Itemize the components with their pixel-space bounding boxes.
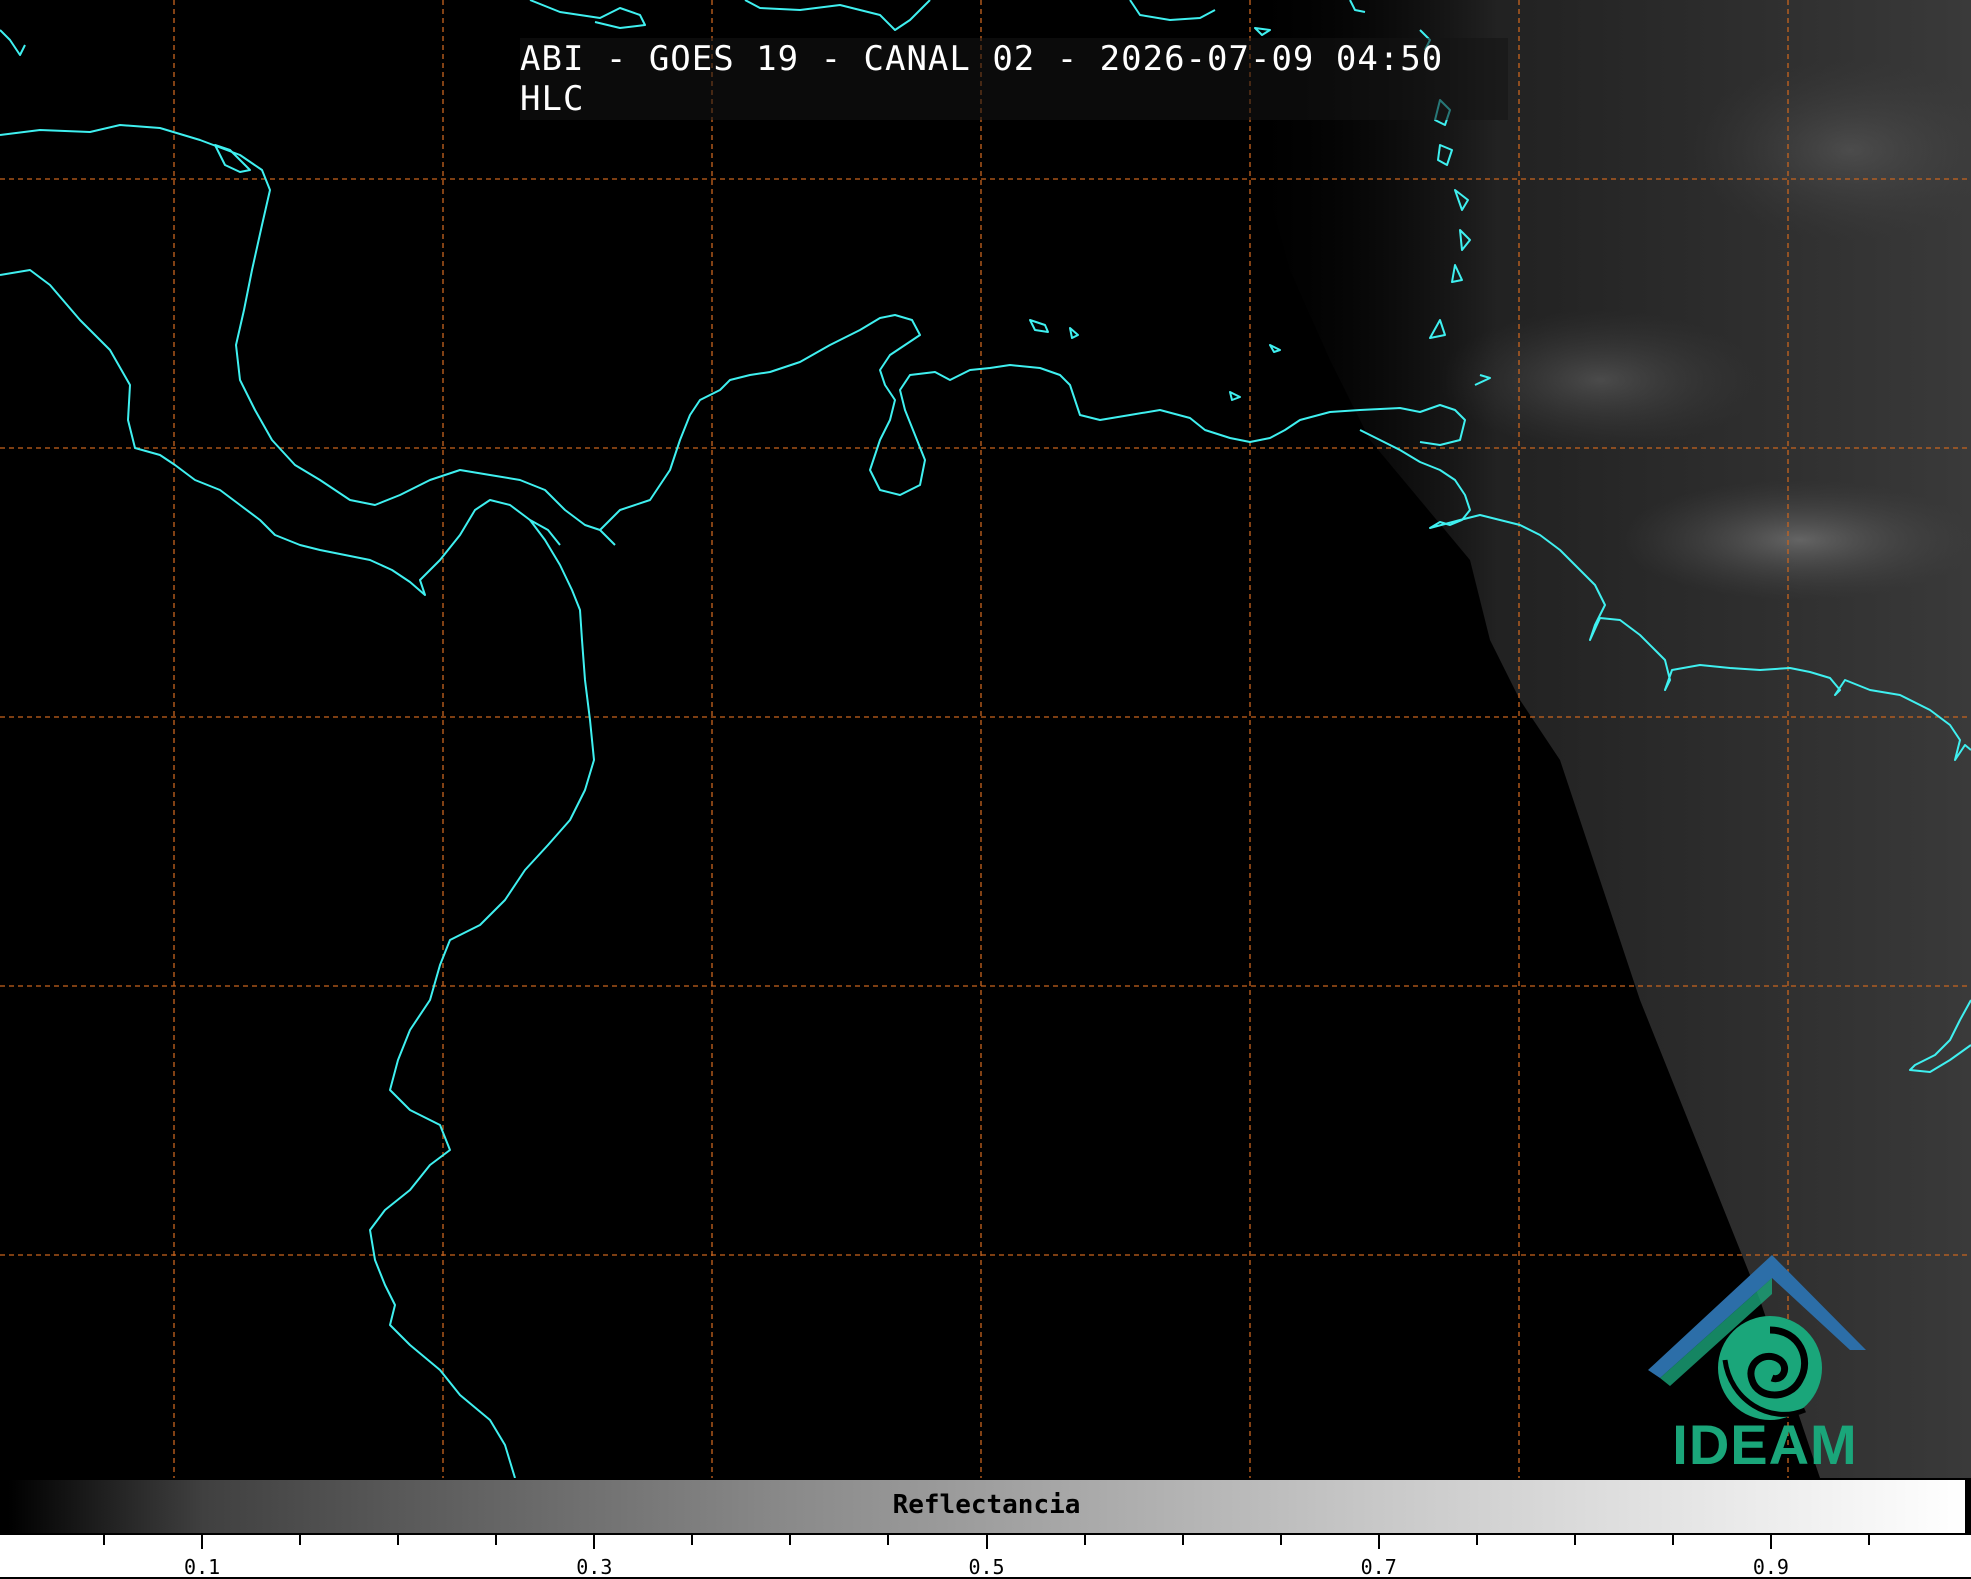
colorbar-minor-tick (789, 1535, 792, 1545)
colorbar-minor-tick (495, 1535, 498, 1545)
colorbar-minor-tick (1083, 1535, 1086, 1545)
title-box: ABI - GOES 19 - CANAL 02 - 2026-07-09 04… (520, 38, 1508, 120)
colorbar-tick-label: 0.9 (1752, 1555, 1789, 1579)
colorbar-minor-tick (1279, 1535, 1282, 1545)
colorbar-tick-label: 0.1 (184, 1555, 221, 1579)
colorbar-axis: 0.1 0.3 0.5 0.7 0.9 (0, 1535, 1971, 1579)
colorbar-minor-tick (887, 1535, 890, 1545)
logo-text: IDEAM (1672, 1413, 1858, 1476)
colorbar-major-tick (593, 1535, 596, 1549)
colorbar-minor-tick (299, 1535, 302, 1545)
colorbar-major-tick (1769, 1535, 1772, 1549)
colorbar-tick-label: 0.7 (1360, 1555, 1397, 1579)
colorbar-minor-tick (1573, 1535, 1576, 1545)
colorbar-major-tick (201, 1535, 204, 1549)
colorbar-major-tick (1377, 1535, 1380, 1549)
map-title: ABI - GOES 19 - CANAL 02 - 2026-07-09 04… (520, 39, 1444, 119)
colorbar-minor-tick (1671, 1535, 1674, 1545)
colorbar: Reflectancia (6, 1478, 1967, 1535)
cloud-band (1620, 480, 1971, 600)
colorbar-minor-tick (1867, 1535, 1870, 1545)
colorbar-minor-tick (1181, 1535, 1184, 1545)
colorbar-minor-tick (397, 1535, 400, 1545)
colorbar-label: Reflectancia (892, 1490, 1081, 1520)
colorbar-minor-tick (103, 1535, 106, 1545)
colorbar-tick-label: 0.3 (576, 1555, 613, 1579)
colorbar-minor-tick (691, 1535, 694, 1545)
colorbar-minor-tick (1475, 1535, 1478, 1545)
colorbar-major-tick (985, 1535, 988, 1549)
colorbar-tick-label: 0.5 (968, 1555, 1005, 1579)
